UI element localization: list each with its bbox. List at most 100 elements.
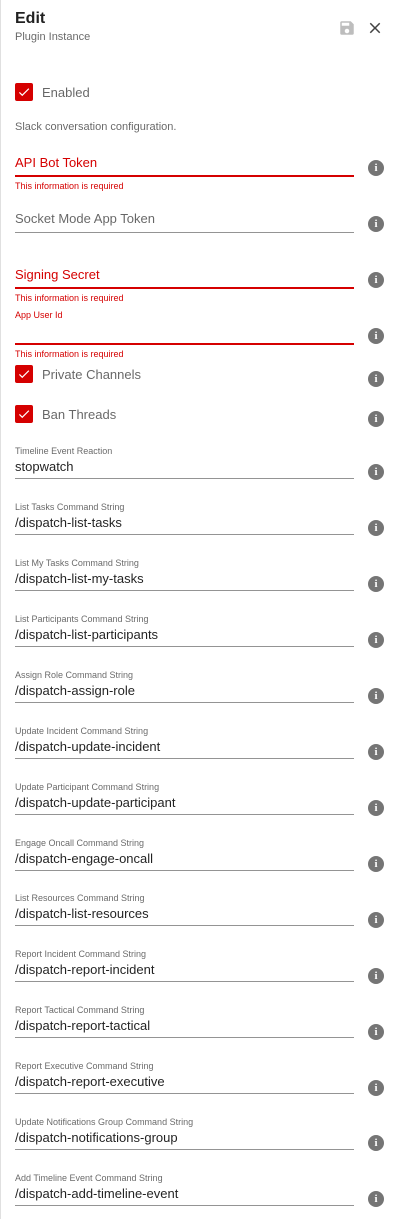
update-incident-command-field[interactable]: Update Incident Command String /dispatch… — [15, 726, 354, 760]
info-icon[interactable]: i — [368, 464, 384, 480]
info-icon[interactable]: i — [368, 1135, 384, 1151]
field-value: /dispatch-list-participants — [15, 627, 159, 642]
save-button[interactable] — [335, 16, 359, 40]
field-value: /dispatch-report-executive — [15, 1074, 165, 1089]
field-underline — [15, 758, 354, 759]
api-bot-token-field[interactable]: API Bot Token This information is requir… — [15, 150, 354, 194]
signing-secret-error: This information is required — [15, 293, 124, 303]
page-title: Edit — [15, 10, 46, 27]
private-channels-label: Private Channels — [42, 366, 141, 382]
app-user-id-underline — [15, 343, 354, 345]
field-value: /dispatch-engage-oncall — [15, 851, 154, 866]
report-incident-command-field[interactable]: Report Incident Command String /dispatch… — [15, 949, 354, 983]
field-value: /dispatch-assign-role — [15, 683, 135, 698]
close-icon — [369, 22, 381, 34]
list-resources-command-field[interactable]: List Resources Command String /dispatch-… — [15, 893, 354, 927]
info-icon[interactable]: i — [368, 411, 384, 427]
field-underline — [15, 1149, 354, 1150]
info-icon[interactable]: i — [368, 328, 384, 344]
field-underline — [15, 814, 354, 815]
field-underline — [15, 590, 354, 591]
info-icon[interactable]: i — [368, 1024, 384, 1040]
info-icon[interactable]: i — [368, 856, 384, 872]
info-icon[interactable]: i — [368, 160, 384, 176]
api-bot-token-error: This information is required — [15, 181, 124, 191]
ban-threads-checkbox[interactable] — [15, 405, 33, 423]
info-icon[interactable]: i — [368, 371, 384, 387]
edit-panel: Edit Plugin Instance Enabled Slack conve… — [0, 0, 402, 1219]
field-value: /dispatch-list-tasks — [15, 515, 122, 530]
field-label: List Resources Command String — [15, 893, 145, 903]
info-icon[interactable]: i — [368, 688, 384, 704]
enabled-row[interactable]: Enabled — [15, 80, 90, 104]
field-label: Assign Role Command String — [15, 670, 134, 680]
private-channels-row[interactable]: Private Channels — [15, 362, 141, 386]
socket-mode-app-token-field[interactable]: Socket Mode App Token — [15, 206, 354, 236]
field-underline — [15, 646, 354, 647]
panel-header: Edit Plugin Instance — [1, 0, 402, 56]
app-user-id-error: This information is required — [15, 349, 124, 359]
field-label: List Participants Command String — [15, 614, 149, 624]
field-label: List My Tasks Command String — [15, 558, 139, 568]
api-bot-token-placeholder: API Bot Token — [15, 155, 98, 170]
timeline-event-reaction-field[interactable]: Timeline Event Reaction stopwatch — [15, 446, 354, 480]
check-icon — [18, 88, 30, 97]
close-button[interactable] — [363, 16, 387, 40]
field-value: /dispatch-report-incident — [15, 962, 155, 977]
field-value: /dispatch-update-participant — [15, 795, 176, 810]
info-icon[interactable]: i — [368, 520, 384, 536]
ban-threads-label: Ban Threads — [42, 406, 117, 422]
info-icon[interactable]: i — [368, 968, 384, 984]
enabled-checkbox[interactable] — [15, 83, 33, 101]
report-tactical-command-field[interactable]: Report Tactical Command String /dispatch… — [15, 1005, 354, 1039]
page-subtitle: Plugin Instance — [15, 31, 91, 43]
ban-threads-row[interactable]: Ban Threads — [15, 402, 116, 426]
field-value: stopwatch — [15, 459, 74, 474]
field-underline — [15, 925, 354, 926]
field-value: /dispatch-list-resources — [15, 906, 149, 921]
check-icon — [18, 370, 30, 379]
field-label: Report Executive Command String — [15, 1061, 154, 1071]
report-executive-command-field[interactable]: Report Executive Command String /dispatc… — [15, 1061, 354, 1095]
info-icon[interactable]: i — [368, 744, 384, 760]
info-icon[interactable]: i — [368, 632, 384, 648]
field-label: Engage Oncall Command String — [15, 838, 145, 848]
update-notifications-group-command-field[interactable]: Update Notifications Group Command Strin… — [15, 1117, 354, 1151]
field-label: Add Timeline Event Command String — [15, 1173, 163, 1183]
api-bot-token-underline — [15, 175, 354, 177]
field-label: Report Incident Command String — [15, 949, 147, 959]
field-label: Update Incident Command String — [15, 726, 149, 736]
signing-secret-placeholder: Signing Secret — [15, 267, 100, 282]
list-participants-command-field[interactable]: List Participants Command String /dispat… — [15, 614, 354, 648]
field-label: Update Participant Command String — [15, 782, 160, 792]
list-my-tasks-command-field[interactable]: List My Tasks Command String /dispatch-l… — [15, 558, 354, 592]
info-icon[interactable]: i — [368, 1080, 384, 1096]
app-user-id-label: App User Id — [15, 310, 63, 320]
field-value: /dispatch-update-incident — [15, 739, 161, 754]
description-text: Slack conversation configuration. — [15, 121, 177, 133]
assign-role-command-field[interactable]: Assign Role Command String /dispatch-ass… — [15, 670, 354, 704]
info-icon[interactable]: i — [368, 216, 384, 232]
field-underline — [15, 1205, 354, 1206]
signing-secret-underline — [15, 287, 354, 289]
private-channels-checkbox[interactable] — [15, 365, 33, 383]
add-timeline-event-command-field[interactable]: Add Timeline Event Command String /dispa… — [15, 1173, 354, 1207]
field-value: /dispatch-notifications-group — [15, 1130, 178, 1145]
field-underline — [15, 870, 354, 871]
info-icon[interactable]: i — [368, 1191, 384, 1207]
info-icon[interactable]: i — [368, 576, 384, 592]
field-label: Report Tactical Command String — [15, 1005, 145, 1015]
field-label: List Tasks Command String — [15, 502, 125, 512]
list-tasks-command-field[interactable]: List Tasks Command String /dispatch-list… — [15, 502, 354, 536]
save-icon — [340, 21, 354, 35]
field-label: Timeline Event Reaction — [15, 446, 113, 456]
info-icon[interactable]: i — [368, 912, 384, 928]
app-user-id-field[interactable]: App User Id This information is required — [15, 310, 354, 362]
field-underline — [15, 702, 354, 703]
signing-secret-field[interactable]: Signing Secret This information is requi… — [15, 262, 354, 306]
field-underline — [15, 981, 354, 982]
info-icon[interactable]: i — [368, 272, 384, 288]
update-participant-command-field[interactable]: Update Participant Command String /dispa… — [15, 782, 354, 816]
engage-oncall-command-field[interactable]: Engage Oncall Command String /dispatch-e… — [15, 838, 354, 872]
info-icon[interactable]: i — [368, 800, 384, 816]
